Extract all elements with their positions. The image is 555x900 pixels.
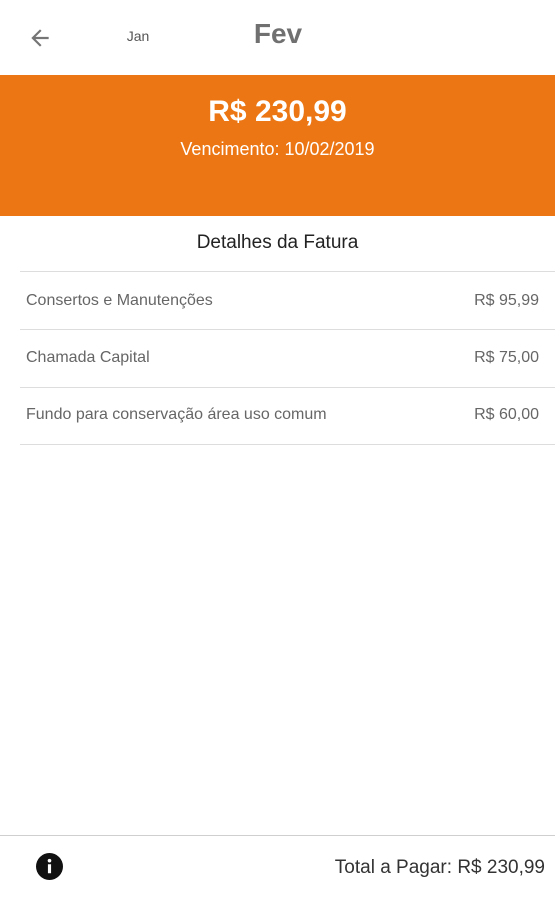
item-value: R$ 75,00 [474, 349, 539, 366]
due-date: Vencimento: 10/02/2019 [180, 139, 375, 159]
item-value: R$ 95,99 [474, 292, 539, 309]
invoice-amount: R$ 230,99 [208, 95, 347, 128]
invoice-item: Chamada Capital R$ 75,00 [20, 330, 555, 386]
total-to-pay: Total a Pagar: R$ 230,99 [334, 857, 545, 878]
arrow-left-icon [31, 29, 49, 47]
item-description: Fundo para conservação área uso comum [26, 406, 327, 423]
details-heading: Detalhes da Fatura [196, 232, 359, 253]
current-month-title: Fev [253, 18, 303, 49]
info-icon[interactable] [36, 853, 63, 880]
divider [20, 271, 555, 272]
total-footer: Total a Pagar: R$ 230,99 [0, 835, 555, 900]
divider [20, 444, 555, 445]
item-value: R$ 60,00 [474, 406, 539, 423]
invoice-screen: Jan Fev R$ 230,99 Vencimento: 10/02/2019… [0, 0, 555, 900]
item-description: Chamada Capital [26, 349, 150, 366]
invoice-summary-banner: R$ 230,99 Vencimento: 10/02/2019 [0, 75, 555, 216]
invoice-item: Consertos e Manutenções R$ 95,99 [20, 273, 555, 329]
item-description: Consertos e Manutenções [26, 292, 213, 309]
month-navigation-bar: Jan Fev [0, 0, 555, 75]
invoice-item: Fundo para conservação área uso comum R$… [20, 387, 555, 443]
previous-month-tab[interactable]: Jan [110, 28, 166, 44]
back-button[interactable] [20, 18, 60, 58]
